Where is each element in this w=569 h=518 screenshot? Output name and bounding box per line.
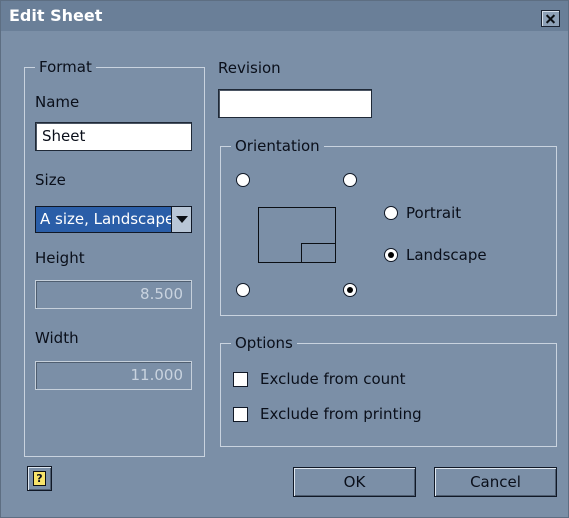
help-icon: ? <box>33 471 46 486</box>
chevron-down-icon[interactable] <box>171 207 191 232</box>
landscape-label: Landscape <box>406 246 487 264</box>
width-field-value: 11.000 <box>130 366 184 384</box>
height-field-value: 8.500 <box>140 285 183 303</box>
corner-bottom-right-radio[interactable] <box>343 283 357 297</box>
exclude-count-label: Exclude from count <box>260 370 406 388</box>
exclude-count-checkbox[interactable] <box>233 372 248 387</box>
landscape-radio[interactable] <box>384 248 398 262</box>
window-title: Edit Sheet <box>9 6 103 25</box>
title-bar: Edit Sheet <box>1 1 568 31</box>
width-label: Width <box>35 329 79 347</box>
close-icon[interactable] <box>541 10 560 27</box>
format-legend: Format <box>35 58 96 76</box>
cancel-button[interactable]: Cancel <box>434 467 557 497</box>
name-label: Name <box>35 93 80 111</box>
height-field[interactable]: 8.500 <box>35 280 192 309</box>
exclude-printing-label: Exclude from printing <box>260 405 422 423</box>
size-select-value: A size, Landscape <box>40 210 175 228</box>
revision-label: Revision <box>218 59 281 77</box>
revision-field[interactable] <box>218 89 372 118</box>
size-label: Size <box>35 171 66 189</box>
orientation-legend: Orientation <box>231 137 324 155</box>
name-field[interactable]: Sheet <box>35 122 192 151</box>
options-legend: Options <box>231 334 297 352</box>
portrait-radio[interactable] <box>384 206 398 220</box>
options-group: Options <box>220 334 557 447</box>
size-select[interactable]: A size, Landscape <box>35 206 192 233</box>
sheet-preview <box>258 207 336 263</box>
corner-top-left-radio[interactable] <box>236 173 250 187</box>
corner-top-right-radio[interactable] <box>343 173 357 187</box>
edit-sheet-dialog: Edit Sheet Format Name Sheet Size A size… <box>0 0 569 518</box>
corner-bottom-left-radio[interactable] <box>236 283 250 297</box>
width-field[interactable]: 11.000 <box>35 361 192 390</box>
help-button[interactable]: ? <box>27 466 52 491</box>
portrait-label: Portrait <box>406 204 462 222</box>
name-field-value: Sheet <box>42 127 86 145</box>
exclude-printing-checkbox[interactable] <box>233 407 248 422</box>
height-label: Height <box>35 249 85 267</box>
ok-button[interactable]: OK <box>293 467 416 497</box>
title-block-preview <box>301 243 336 263</box>
